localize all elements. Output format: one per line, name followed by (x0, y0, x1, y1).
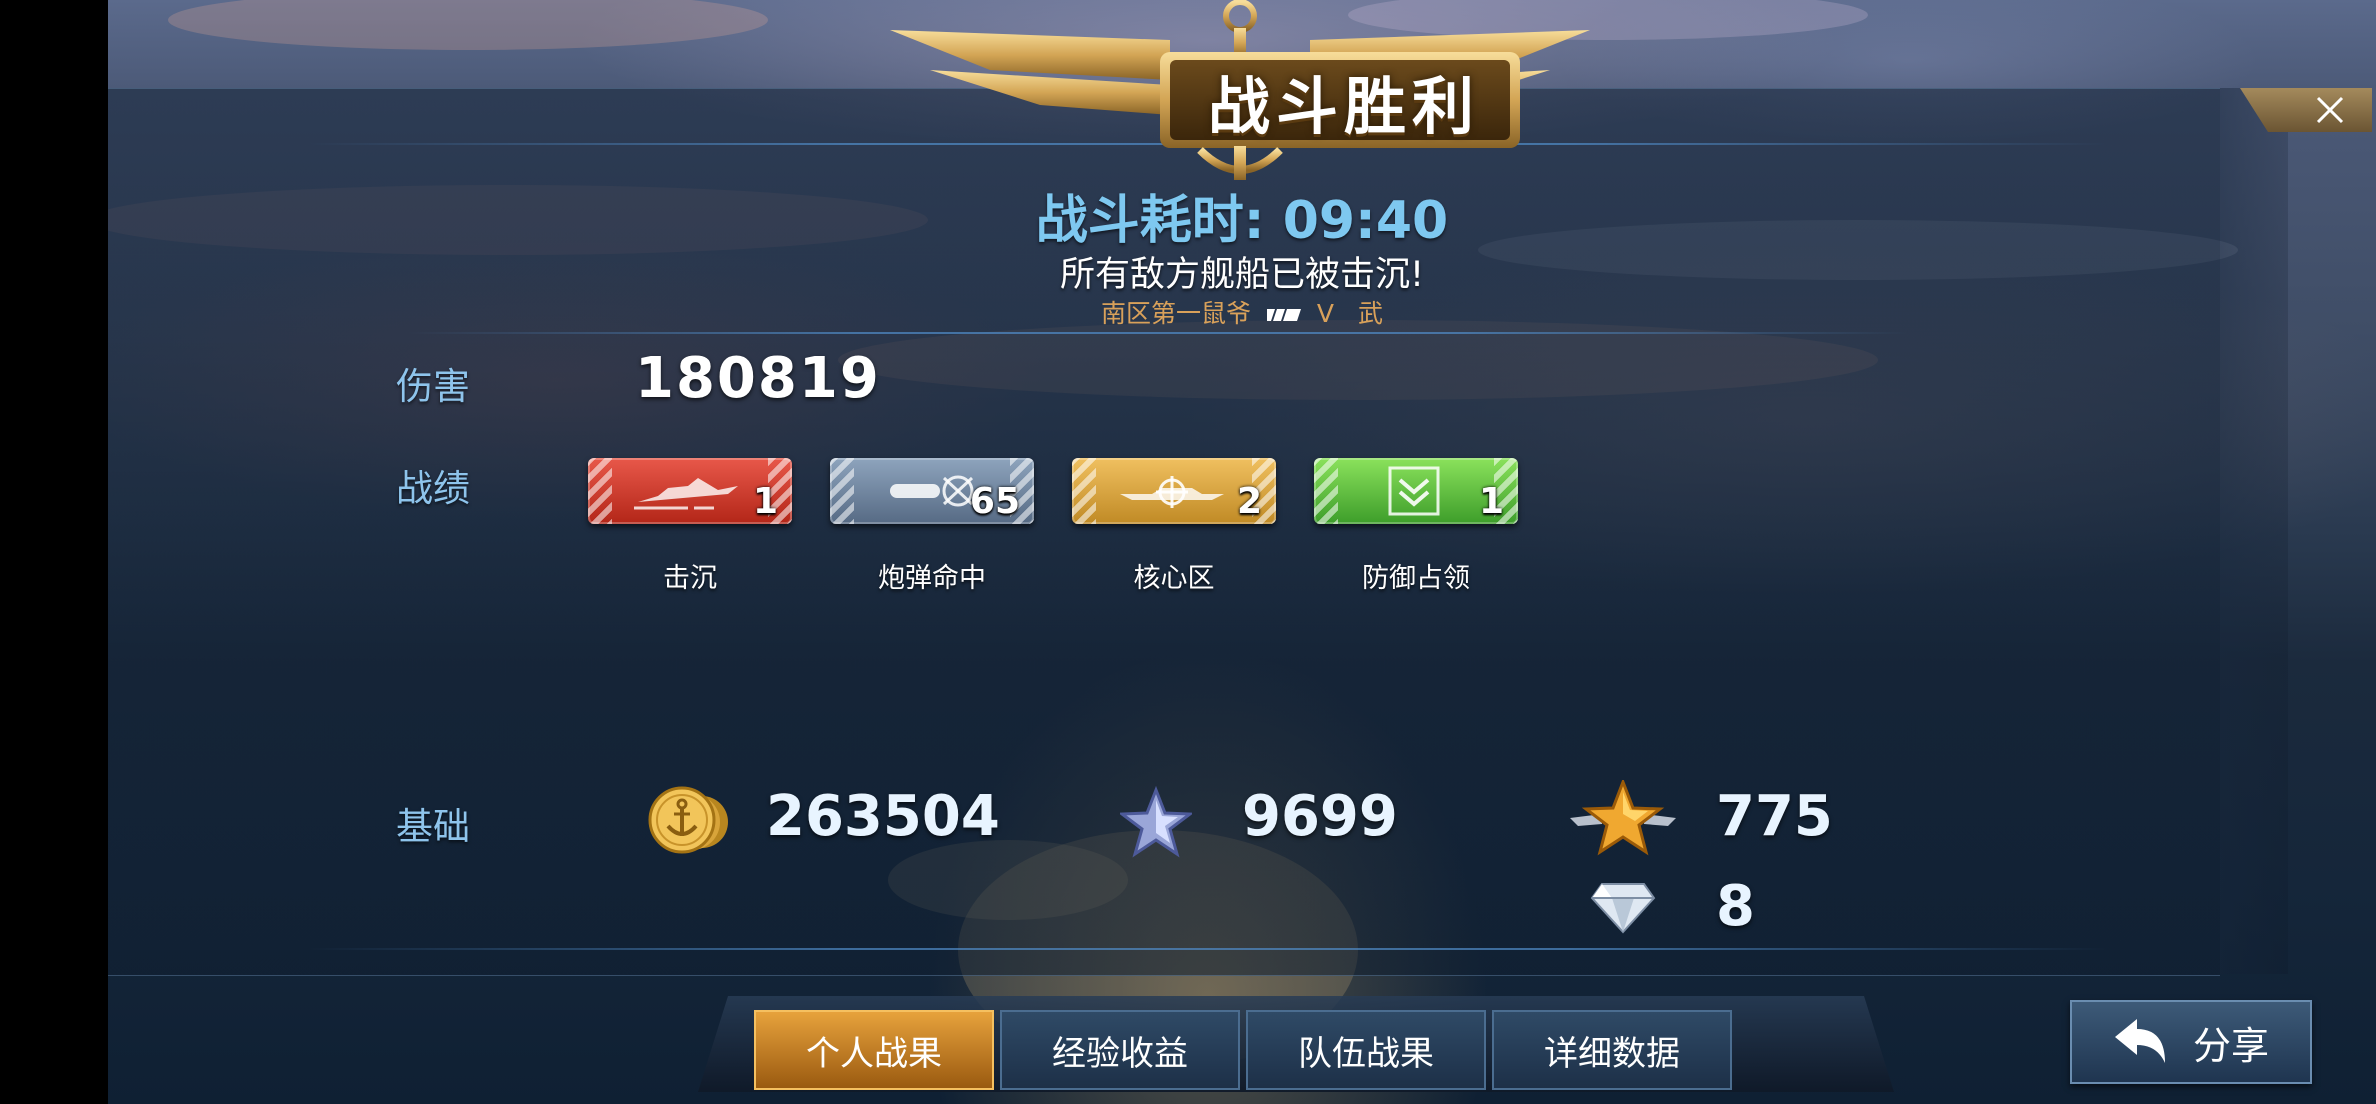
divider-bottom (308, 948, 2108, 950)
mvp-name: 南区第一鼠爷 (1101, 299, 1252, 328)
battle-message: 所有敌方舰船已被击沉! (1059, 255, 1425, 295)
defense-capture-icon (1388, 466, 1440, 516)
share-label: 分享 (2192, 1023, 2269, 1068)
diamond-value: 8 (1716, 874, 1755, 939)
battle-duration: 战斗耗时: 09:40 (108, 178, 2376, 253)
gold-anchor-coin-icon (648, 786, 728, 854)
mvp-line: 南区第一鼠爷 V 武 (108, 294, 2376, 330)
gold-value: 263504 (766, 784, 1000, 849)
medal-defense-capture[interactable]: 1 (1314, 458, 1518, 524)
silver-star-value: 9699 (1242, 784, 1398, 849)
medal-core-zone-caption: 核心区 (1133, 563, 1215, 594)
tab-team-results[interactable]: 队伍战果 (1246, 1010, 1486, 1090)
share-arrow-icon (2114, 1019, 2165, 1063)
tab-detailed-data[interactable]: 详细数据 (1492, 1010, 1732, 1090)
victory-title: 战斗胜利 (1207, 70, 1480, 143)
base-label: 基础 (396, 805, 470, 848)
medal-sunk-count: 1 (752, 481, 778, 522)
tab-personal-results[interactable]: 个人战果 (754, 1010, 994, 1090)
silver-star-icon (1120, 786, 1192, 858)
battle-duration-label: 战斗耗时: (1035, 191, 1265, 251)
medal-defense-capture-count: 1 (1478, 481, 1504, 522)
medal-shell-hit-caption: 炮弹命中 (878, 563, 986, 594)
diamond-icon (1590, 883, 1656, 934)
tab-experience-gains-label: 经验收益 (1052, 1033, 1188, 1074)
medal-shell-hit[interactable]: 65 (830, 458, 1034, 524)
record-label: 战绩 (396, 467, 470, 510)
medal-sunk[interactable]: 1 (588, 458, 792, 524)
damage-label: 伤害 (396, 365, 470, 408)
core-zone-icon (1120, 476, 1224, 508)
tab-experience-gains[interactable]: 经验收益 (1000, 1010, 1240, 1090)
rank-tag-icon (1266, 309, 1301, 321)
share-button[interactable]: 分享 (2070, 1000, 2312, 1084)
medal-sunk-caption: 击沉 (663, 563, 717, 594)
mvp-class: 武 (1357, 299, 1383, 328)
mvp-rank: V (1316, 299, 1335, 328)
tab-team-results-label: 队伍战果 (1298, 1033, 1434, 1074)
medal-shell-hit-count: 65 (969, 481, 1020, 522)
medal-core-zone-count: 2 (1236, 481, 1262, 522)
divider-header (408, 332, 1908, 334)
medal-core-zone[interactable]: 2 (1072, 458, 1276, 524)
winged-gold-star-icon (1570, 780, 1676, 856)
battle-duration-value: 09:40 (1282, 191, 1449, 251)
close-icon (2316, 96, 2344, 124)
damage-value: 180819 (635, 346, 881, 411)
victory-banner: 战斗胜利 (870, 0, 1610, 190)
gold-star-value: 775 (1716, 784, 1833, 849)
medal-defense-capture-caption: 防御占领 (1362, 563, 1470, 594)
sunk-ship-icon (634, 478, 738, 510)
tab-personal-results-label: 个人战果 (806, 1033, 942, 1074)
tab-detailed-data-label: 详细数据 (1544, 1033, 1680, 1074)
battle-result-screen: 战斗胜利 战斗耗时: 09:40 所有敌方舰船已被击沉! 南区第一鼠爷 V 武 … (108, 0, 2376, 1104)
